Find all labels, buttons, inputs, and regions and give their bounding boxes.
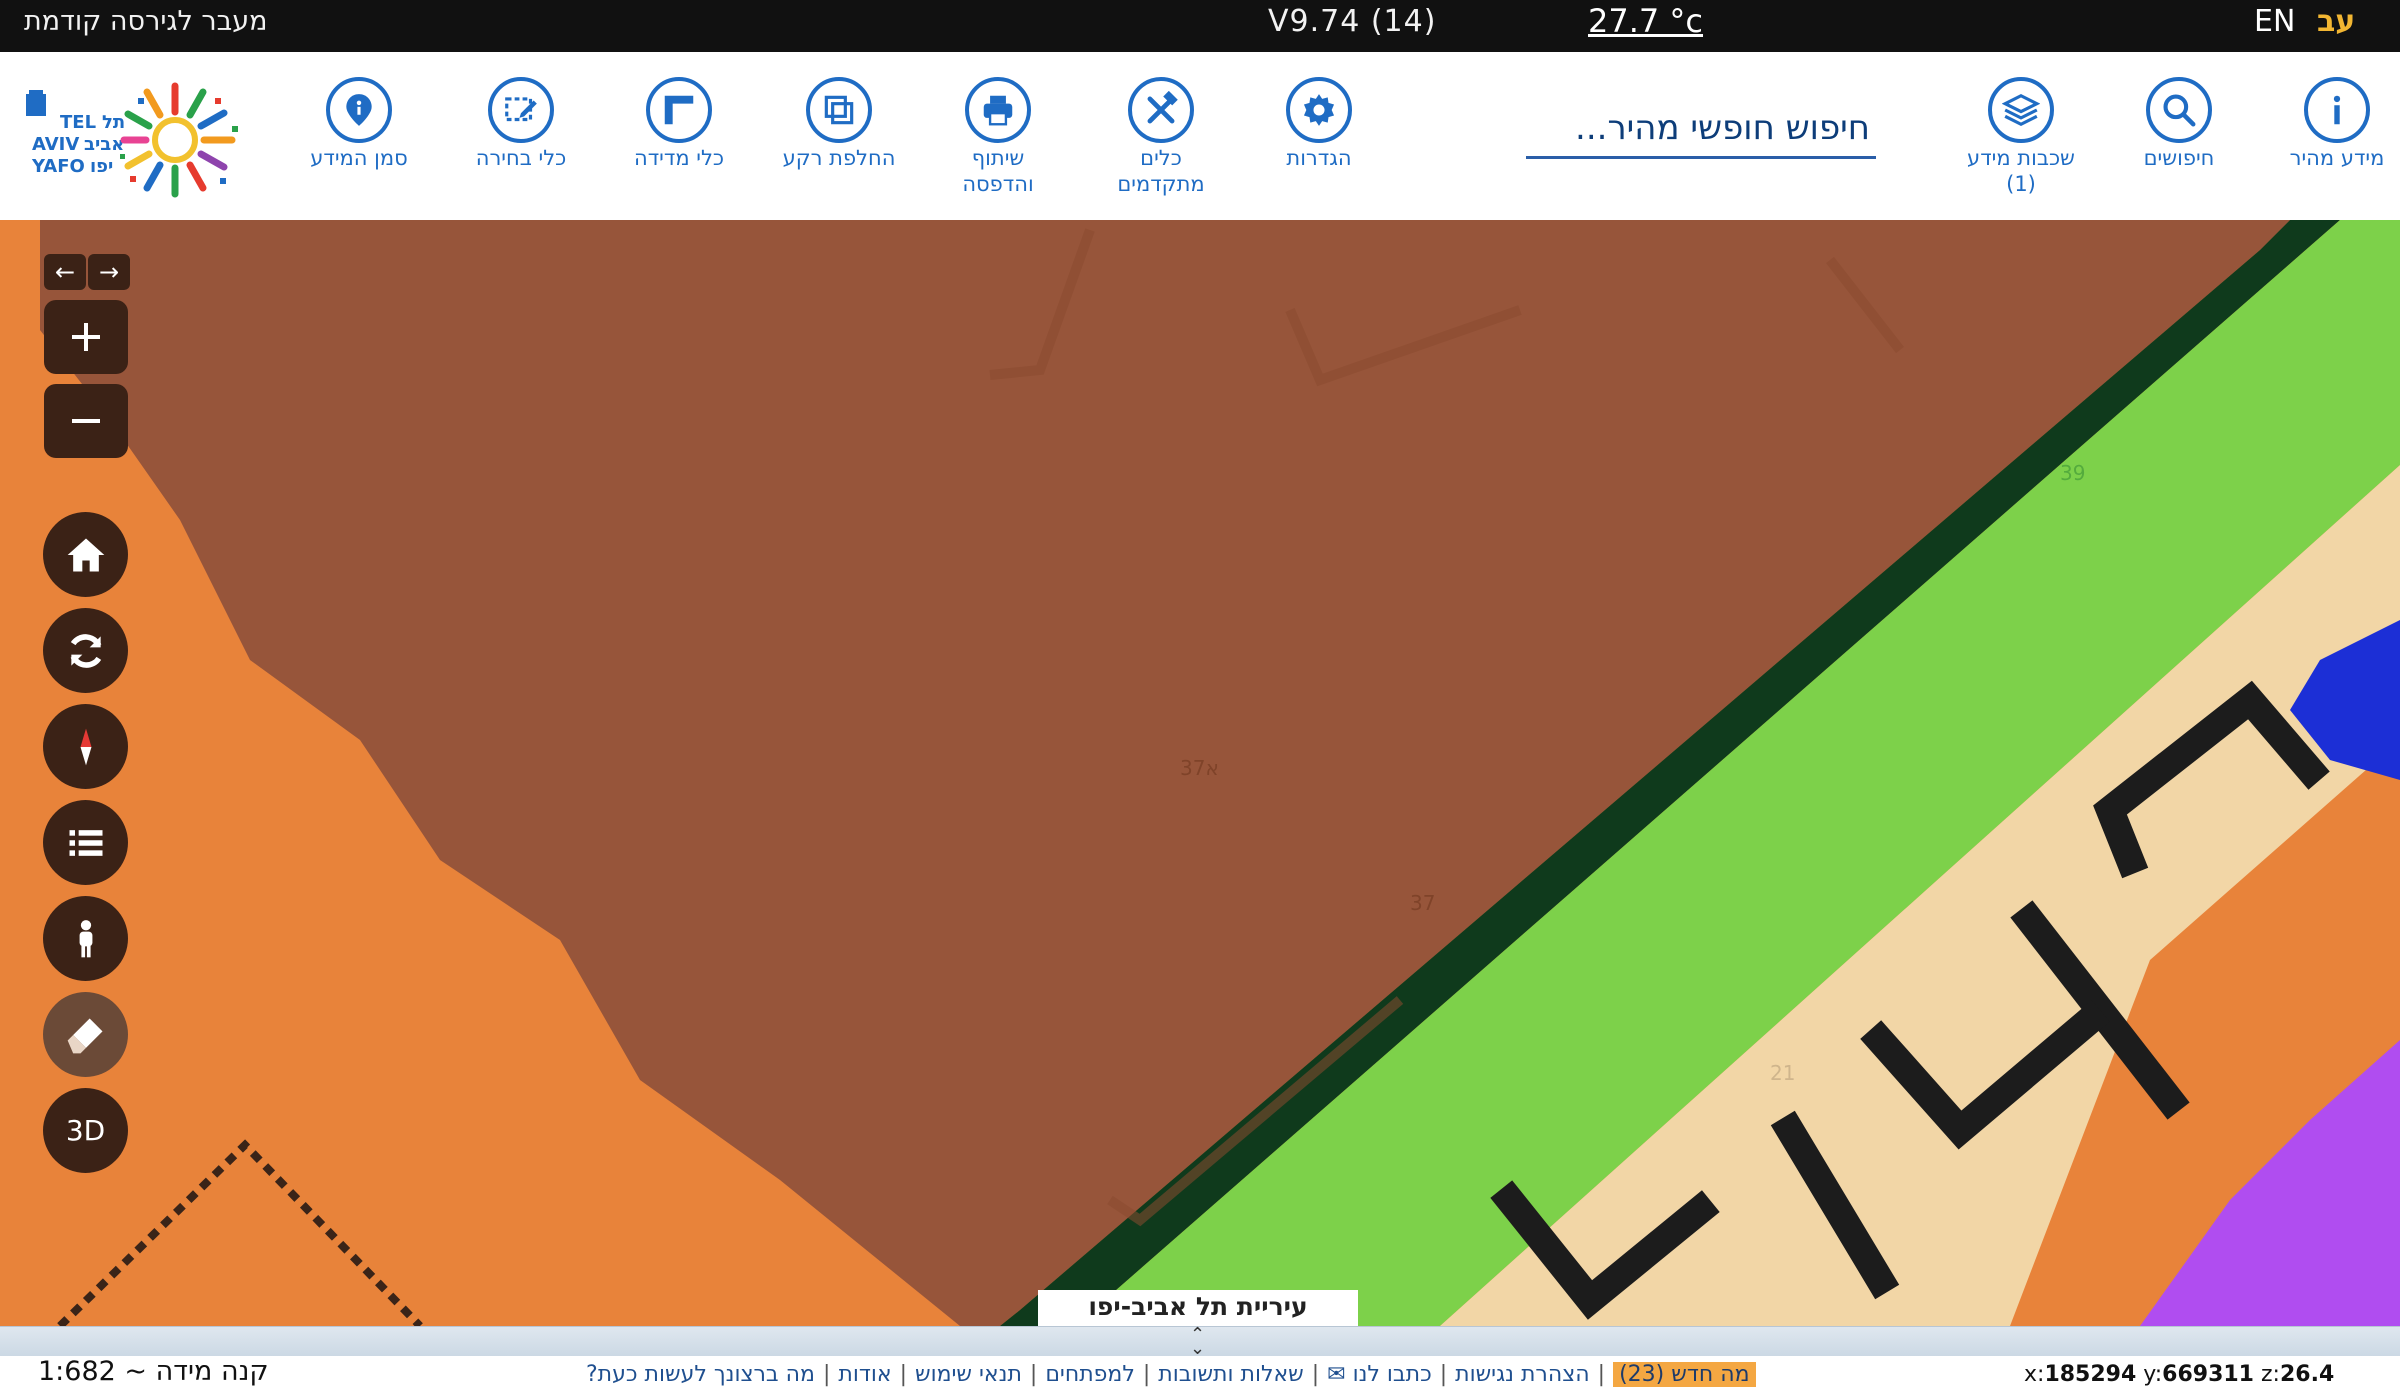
map-canvas[interactable]: 37א 37 39 21 ← → 3D עיריית תל אביב-יפו [0, 220, 2400, 1326]
gear-icon [1286, 77, 1352, 143]
coordinates-readout: x:185294 y:669311 z:26.4 [2024, 1362, 2334, 1387]
coord-x-value: 185294 [2044, 1362, 2137, 1387]
svg-text:37א: 37א [1180, 756, 1219, 780]
3d-view-button[interactable]: 3D [43, 1088, 128, 1173]
minus-icon [72, 419, 100, 423]
settings-button[interactable]: הגדרות [1234, 77, 1404, 171]
info-marker-button[interactable]: סמן המידע [274, 77, 444, 171]
coord-x-label: x: [2024, 1362, 2045, 1387]
footer-link-what-to-do[interactable]: מה ברצונך לעשות כעת? [580, 1362, 821, 1387]
select-tools-button[interactable]: כלי בחירה [436, 77, 606, 171]
searches-button[interactable]: חיפושים [2094, 77, 2264, 171]
eraser-button[interactable] [43, 992, 128, 1077]
logo-text-yafo: YAFO [31, 156, 85, 177]
language-he-button[interactable]: עב [2317, 4, 2355, 39]
quick-info-label: מידע מהיר [2289, 146, 2385, 170]
info-icon [2304, 77, 2370, 143]
basemap-switch-label: החלפת רקע [782, 146, 896, 170]
map-purple-area [2140, 1040, 2400, 1326]
coord-y-value: 669311 [2162, 1362, 2254, 1387]
footer-link-developers[interactable]: למפתחים [1039, 1362, 1141, 1387]
list-icon [69, 829, 102, 856]
svg-text:21: 21 [1770, 1061, 1795, 1085]
advanced-tools-label: כלים מתקדמים [1117, 146, 1205, 196]
legend-list-button[interactable] [43, 800, 128, 885]
logo-text-he-3: יפו [90, 156, 113, 177]
footer-link-terms[interactable]: תנאי שימוש [909, 1362, 1028, 1387]
share-print-label: שיתוף והדפסה [962, 146, 1034, 196]
tools-icon [1128, 77, 1194, 143]
share-print-button[interactable]: שיתוף והדפסה [913, 77, 1083, 197]
logo-graphic: TEL תל AVIV אביב YAFO יפו [26, 82, 238, 198]
compass-button[interactable] [43, 704, 128, 789]
zoom-out-button[interactable] [44, 384, 128, 458]
map-dashed-path [57, 1139, 423, 1326]
whats-new-badge[interactable]: מה חדש (23) [1613, 1361, 1756, 1387]
home-icon [67, 538, 104, 571]
select-icon [488, 77, 554, 143]
refresh-icon [70, 633, 101, 668]
info-marker-label: סמן המידע [310, 146, 408, 170]
quick-search [1526, 100, 1876, 159]
main-toolbar: TEL תל AVIV אביב YAFO יפו מידע מהיר חיפו… [0, 52, 2400, 221]
tel-aviv-logo[interactable]: TEL תל AVIV אביב YAFO יפו [20, 76, 250, 204]
temperature-link[interactable]: 27.7 °c [1588, 2, 1703, 40]
refresh-button[interactable] [43, 608, 128, 693]
basemap-icon [806, 77, 872, 143]
footer: קנה מידה ~ 1:682 מה ברצונך לעשות כעת? | … [0, 1356, 2400, 1392]
panel-splitter[interactable]: ⌃ ⌄ [0, 1324, 2400, 1359]
map-back-button[interactable]: ← [44, 254, 86, 290]
coord-y-label: y: [2143, 1362, 2163, 1387]
search-icon [2146, 77, 2212, 143]
coord-z-label: z: [2261, 1362, 2280, 1387]
measure-tools-label: כלי מדידה [633, 146, 725, 170]
pin-icon [326, 77, 392, 143]
top-bar: מעבר לגירסה קודמת V9.74 (14) 27.7 °c EN … [0, 0, 2400, 52]
printer-icon [965, 77, 1031, 143]
select-tools-label: כלי בחירה [475, 146, 567, 170]
settings-label: הגדרות [1286, 146, 1352, 170]
info-layers-button[interactable]: שכבות מידע (1) [1936, 77, 2106, 197]
logo-text-he-2: אביב [84, 134, 124, 155]
footer-link-faq[interactable]: שאלות ותשובות [1152, 1362, 1309, 1387]
ruler-icon [646, 77, 712, 143]
eraser-icon [67, 1018, 102, 1053]
logo-text-aviv: AVIV [32, 134, 79, 155]
footer-link-contact[interactable]: כתבו לנו ✉ [1321, 1362, 1438, 1387]
logo-sunburst [120, 82, 238, 198]
splitter-grip-icon: ⌃ ⌄ [1190, 1324, 1206, 1359]
quick-info-button[interactable]: מידע מהיר [2252, 77, 2400, 171]
quick-search-input[interactable] [1526, 100, 1876, 156]
layers-icon [1988, 77, 2054, 143]
map-history-nav: ← → [44, 254, 130, 290]
coord-z-value: 26.4 [2279, 1362, 2335, 1387]
logo-text-he-1: תל [102, 112, 125, 133]
home-button[interactable] [43, 512, 128, 597]
info-layers-label: שכבות מידע (1) [1967, 146, 2075, 196]
zoom-in-button[interactable] [44, 300, 128, 374]
map-forward-button[interactable]: → [88, 254, 130, 290]
measure-tools-button[interactable]: כלי מדידה [594, 77, 764, 171]
version-label: V9.74 (14) [1268, 4, 1437, 39]
scale-readout: קנה מידה ~ 1:682 [38, 1356, 269, 1387]
searches-label: חיפושים [2143, 146, 2215, 170]
svg-text:39: 39 [2060, 461, 2085, 485]
compass-icon [80, 728, 91, 765]
language-en-button[interactable]: EN [2254, 4, 2295, 39]
logo-text-tel: TEL [60, 112, 96, 133]
map-tiles: 37א 37 39 21 [40, 220, 2400, 1326]
person-icon [79, 919, 92, 957]
footer-link-about[interactable]: אודות [832, 1362, 897, 1387]
basemap-switch-button[interactable]: החלפת רקע [754, 77, 924, 171]
map-attribution-label: עיריית תל אביב-יפו [1038, 1290, 1358, 1326]
previous-version-link[interactable]: מעבר לגירסה קודמת [24, 6, 268, 37]
plus-icon [72, 323, 100, 351]
footer-links: מה ברצונך לעשות כעת? | אודות | תנאי שימו… [580, 1358, 1756, 1390]
3d-view-label: 3D [65, 1114, 106, 1147]
svg-text:37: 37 [1410, 891, 1435, 915]
footer-link-accessibility[interactable]: הצהרת נגישות [1449, 1362, 1596, 1387]
street-view-button[interactable] [43, 896, 128, 981]
advanced-tools-button[interactable]: כלים מתקדמים [1076, 77, 1246, 197]
